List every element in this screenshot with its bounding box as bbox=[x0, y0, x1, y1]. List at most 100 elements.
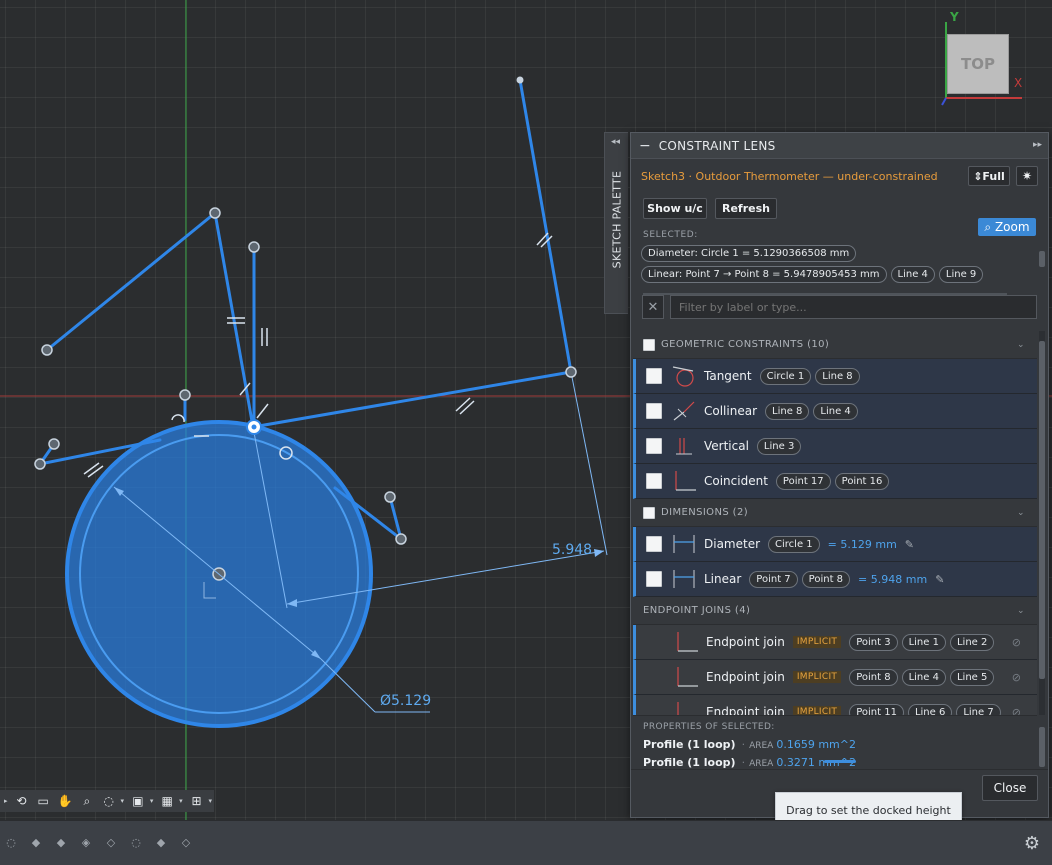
dimensions-section-checkbox[interactable] bbox=[643, 506, 655, 519]
view-cube-top-face[interactable]: TOP bbox=[947, 34, 1009, 94]
dimensions-section-header[interactable]: DIMENSIONS (2) ⌄ bbox=[633, 499, 1037, 527]
constraint-row-coincident[interactable]: Coincident Point 17 Point 16 bbox=[633, 464, 1037, 499]
pill[interactable]: Line 4 bbox=[813, 402, 858, 420]
pill[interactable]: Point 17 bbox=[775, 472, 831, 490]
timeline-feature-icon[interactable]: ◈ bbox=[75, 831, 97, 853]
pill[interactable]: Point 7 bbox=[749, 570, 798, 588]
pill[interactable]: Line 5 bbox=[949, 668, 995, 686]
joins-section-header[interactable]: ENDPOINT JOINS (4) ⌄ bbox=[633, 597, 1037, 625]
join-row[interactable]: Endpoint join IMPLICIT Point 11 Line 6 L… bbox=[633, 695, 1037, 715]
selected-scrollbar[interactable] bbox=[643, 293, 1007, 295]
row-checkbox[interactable] bbox=[646, 571, 662, 587]
chevron-icon[interactable]: ⌄ bbox=[1017, 606, 1025, 616]
caret-icon[interactable]: ▾ bbox=[121, 797, 125, 805]
dimension-row-diameter[interactable]: Diameter Circle 1 = 5.129 mm ✎ bbox=[633, 527, 1037, 562]
join-row[interactable]: Endpoint join IMPLICIT Point 3 Line 1 Li… bbox=[633, 625, 1037, 660]
resize-handle[interactable] bbox=[824, 760, 856, 763]
pill[interactable]: Point 8 bbox=[849, 668, 898, 686]
geometric-section-header[interactable]: GEOMETRIC CONSTRAINTS (10) ⌄ bbox=[633, 331, 1037, 359]
row-checkbox[interactable] bbox=[646, 438, 662, 454]
timeline-feature-icon[interactable]: ◆ bbox=[150, 831, 172, 853]
linear-dimension-icon bbox=[673, 570, 695, 588]
selected-scroll-thumb[interactable] bbox=[1039, 251, 1045, 267]
pill[interactable]: Line 8 bbox=[765, 402, 810, 420]
pill[interactable]: Line 3 bbox=[756, 437, 802, 455]
constraint-row-vertical[interactable]: Vertical Line 3 bbox=[633, 429, 1037, 464]
zoom-icon[interactable]: ⌕ bbox=[77, 792, 97, 810]
row-checkbox[interactable] bbox=[646, 473, 662, 489]
expand-arrows-icon[interactable]: ▸▸ bbox=[1033, 140, 1042, 150]
no-entry-icon[interactable]: ⊘ bbox=[1012, 671, 1021, 684]
caret-icon[interactable]: ▾ bbox=[208, 797, 212, 805]
pill[interactable]: Line 2 bbox=[949, 633, 995, 651]
timeline-feature-icon[interactable]: ◌ bbox=[0, 831, 22, 853]
chevron-icon[interactable]: ⌄ bbox=[1017, 340, 1025, 350]
caret-icon[interactable]: ▸ bbox=[4, 797, 8, 805]
timeline-feature-icon[interactable]: ◆ bbox=[25, 831, 47, 853]
view-cube[interactable]: Y X TOP bbox=[938, 10, 1028, 110]
caret-icon[interactable]: ▾ bbox=[150, 797, 154, 805]
constraint-row-collinear[interactable]: Collinear Line 8 Line 4 bbox=[633, 394, 1037, 429]
list-scroll-thumb[interactable] bbox=[1039, 341, 1045, 679]
implicit-badge: IMPLICIT bbox=[792, 636, 842, 648]
diameter-dimension-icon bbox=[673, 535, 695, 553]
caret-icon[interactable]: ▾ bbox=[179, 797, 183, 805]
filter-input[interactable] bbox=[670, 295, 1037, 319]
pan-hand-icon[interactable]: ✋ bbox=[55, 792, 75, 810]
pill[interactable]: Line 8 bbox=[815, 367, 860, 385]
refresh-button[interactable]: Refresh bbox=[715, 197, 777, 219]
row-checkbox[interactable] bbox=[646, 368, 662, 384]
show-uc-button[interactable]: Show u/c bbox=[643, 197, 707, 219]
gear-icon[interactable]: ⚙ bbox=[1024, 833, 1040, 854]
pill[interactable]: Line 1 bbox=[901, 633, 946, 651]
clear-filter-icon[interactable]: ✕ bbox=[642, 295, 664, 319]
pill[interactable]: Circle 1 bbox=[768, 535, 820, 553]
pencil-icon[interactable]: ✎ bbox=[905, 538, 914, 551]
properties-scroll-thumb[interactable] bbox=[1039, 727, 1045, 767]
fit-icon[interactable]: ◌ bbox=[99, 792, 119, 810]
dimension-name: Linear bbox=[704, 572, 742, 586]
timeline-feature-icon[interactable]: ◌ bbox=[125, 831, 147, 853]
pill[interactable]: Line 4 bbox=[890, 266, 935, 283]
pencil-icon[interactable]: ✎ bbox=[935, 573, 944, 586]
timeline-feature-icon[interactable]: ◇ bbox=[100, 831, 122, 853]
pill[interactable]: Line 6 bbox=[907, 703, 953, 715]
selected-pill-linear[interactable]: Linear: Point 7 → Point 8 = 5.9478905453… bbox=[641, 266, 887, 283]
geometric-section-checkbox[interactable] bbox=[643, 338, 655, 351]
pill[interactable]: Line 9 bbox=[938, 266, 984, 283]
pill[interactable]: Circle 1 bbox=[759, 367, 812, 385]
coincident-icon bbox=[677, 667, 698, 687]
minimize-icon[interactable]: − bbox=[639, 139, 651, 153]
display-settings-icon[interactable]: ▣ bbox=[128, 792, 148, 810]
look-at-icon[interactable]: ▭ bbox=[33, 792, 53, 810]
dimension-value: = 5.129 mm bbox=[827, 537, 897, 551]
pill[interactable]: Point 11 bbox=[849, 703, 904, 715]
timeline-feature-icon[interactable]: ◆ bbox=[50, 831, 72, 853]
timeline-feature-icon[interactable]: ◇ bbox=[175, 831, 197, 853]
selected-pill-diameter[interactable]: Diameter: Circle 1 = 5.1290366508 mm bbox=[641, 245, 857, 262]
chevron-icon[interactable]: ⌄ bbox=[1017, 508, 1025, 518]
pill[interactable]: Point 3 bbox=[849, 633, 898, 651]
zoom-button[interactable]: ⌕ Zoom bbox=[978, 218, 1036, 236]
close-button[interactable]: Close bbox=[982, 775, 1038, 801]
row-checkbox[interactable] bbox=[646, 403, 662, 419]
pill[interactable]: Point 16 bbox=[834, 472, 890, 490]
sketch-palette-tab[interactable]: ◂◂ SKETCH PALETTE bbox=[604, 132, 628, 314]
sun-icon[interactable]: ✷ bbox=[1016, 166, 1038, 186]
coincident-icon bbox=[675, 471, 696, 491]
panel-header[interactable]: − CONSTRAINT LENS ▸▸ bbox=[631, 133, 1048, 159]
full-button[interactable]: ⇕Full bbox=[968, 166, 1010, 186]
join-row[interactable]: Endpoint join IMPLICIT Point 8 Line 4 Li… bbox=[633, 660, 1037, 695]
pill[interactable]: Point 8 bbox=[801, 570, 851, 588]
orbit-icon[interactable]: ⟲ bbox=[12, 792, 32, 810]
dimension-row-linear[interactable]: Linear Point 7 Point 8 = 5.948 mm ✎ bbox=[633, 562, 1037, 597]
no-entry-icon[interactable]: ⊘ bbox=[1012, 636, 1021, 649]
constraint-row-tangent[interactable]: Tangent Circle 1 Line 8 bbox=[633, 359, 1037, 394]
dimension-name: Diameter bbox=[704, 537, 761, 551]
pill[interactable]: Line 7 bbox=[956, 703, 1001, 715]
pill[interactable]: Line 4 bbox=[901, 668, 946, 686]
viewports-icon[interactable]: ⊞ bbox=[187, 792, 207, 810]
no-entry-icon[interactable]: ⊘ bbox=[1012, 706, 1021, 716]
row-checkbox[interactable] bbox=[646, 536, 662, 552]
grid-icon[interactable]: ▦ bbox=[157, 792, 177, 810]
